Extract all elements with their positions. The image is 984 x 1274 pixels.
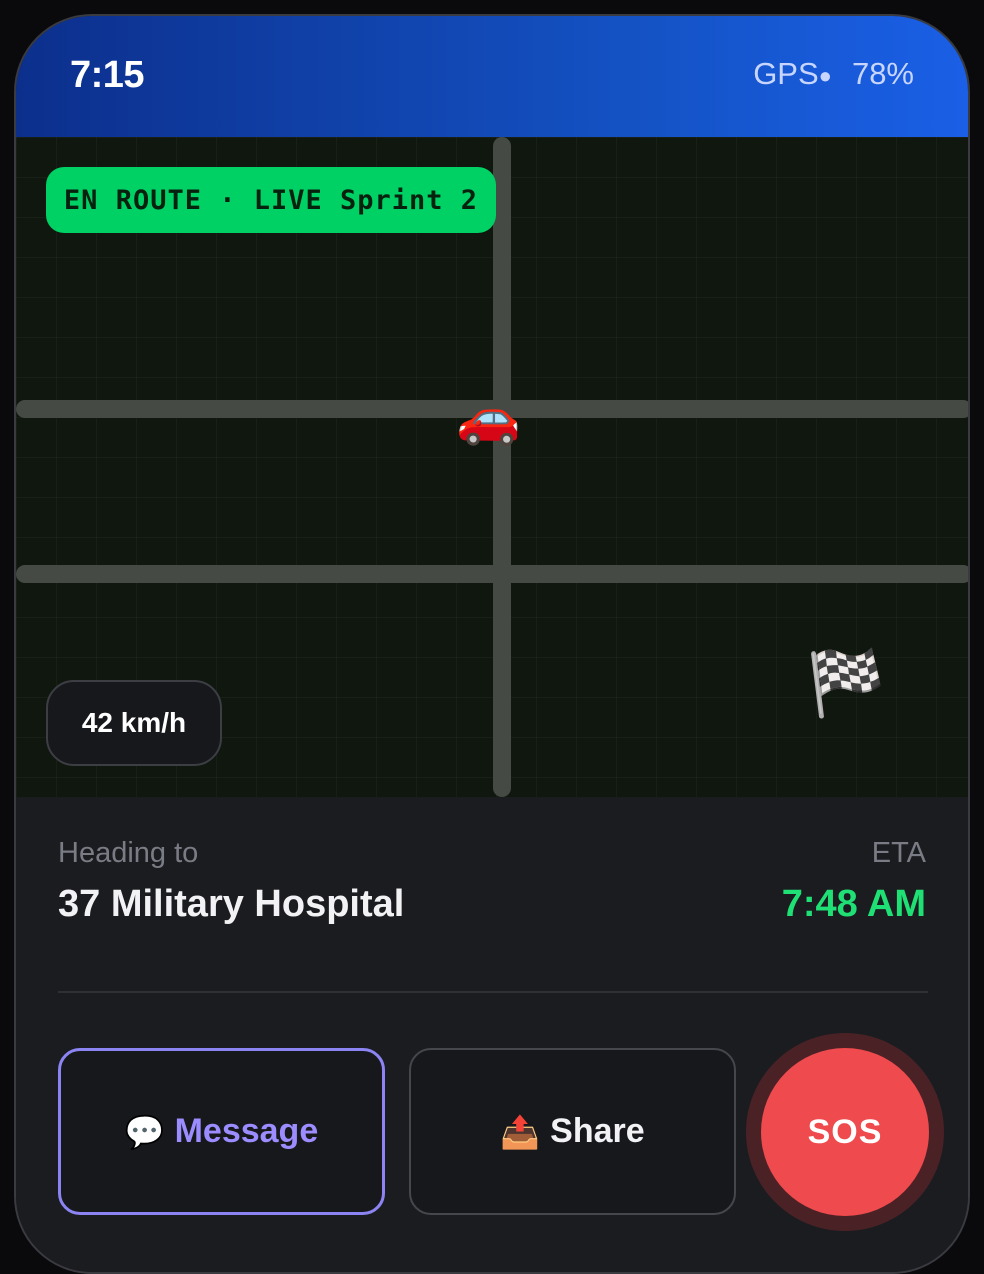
status-bar: 7:15 GPS● 78% — [16, 16, 968, 137]
gps-label: GPS — [753, 56, 819, 91]
gps-indicator: GPS● — [753, 56, 832, 92]
share-button-label: Share — [550, 1112, 645, 1150]
map-road-horizontal-2 — [16, 565, 968, 583]
sos-button-ring: SOS — [746, 1033, 944, 1231]
eta-value: 7:48 AM — [781, 883, 926, 925]
message-button-label: Message — [174, 1112, 319, 1150]
outbox-tray-icon: 📤 — [500, 1113, 541, 1150]
share-button[interactable]: 📤 Share — [409, 1048, 736, 1215]
divider — [58, 991, 928, 993]
heading-to-label: Heading to — [58, 837, 199, 869]
status-indicators: GPS● 78% — [753, 56, 914, 92]
vehicle-marker-icon: 🚗 — [456, 389, 521, 447]
gps-dot-icon: ● — [818, 62, 832, 88]
battery-level: 78% — [851, 56, 914, 91]
phone-frame: 7:15 GPS● 78% EN ROUTE · LIVE Sprint 2 🚗… — [14, 14, 970, 1274]
map-road-vertical — [493, 137, 511, 797]
route-status-pill: EN ROUTE · LIVE Sprint 2 — [46, 167, 496, 233]
trip-panel: Heading to ETA 37 Military Hospital 7:48… — [16, 797, 968, 1272]
eta-label: ETA — [871, 837, 926, 869]
destination-name: 37 Military Hospital — [58, 883, 405, 925]
speech-bubble-icon: 💬 — [124, 1113, 165, 1150]
sos-button[interactable]: SOS — [761, 1048, 929, 1216]
status-time: 7:15 — [70, 54, 145, 96]
destination-flag-icon: 🏁 — [806, 647, 886, 719]
speed-badge: 42 km/h — [46, 680, 222, 766]
map-view[interactable]: EN ROUTE · LIVE Sprint 2 🚗 🏁 42 km/h — [16, 137, 968, 797]
message-button[interactable]: 💬 Message — [58, 1048, 385, 1215]
